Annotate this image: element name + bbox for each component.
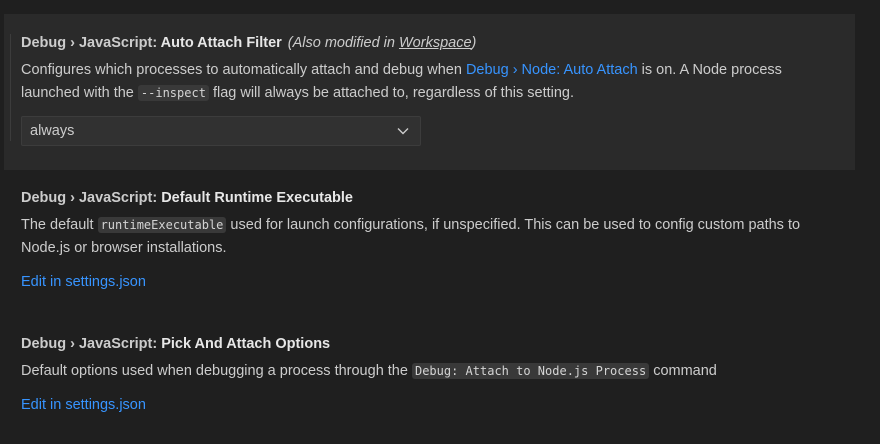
setting-label: Default Runtime Executable — [161, 190, 353, 206]
desc-text: Configures which processes to automatica… — [21, 62, 466, 78]
setting-title: Debug › JavaScript: Default Runtime Exec… — [21, 188, 855, 208]
setting-category: Debug › JavaScript: — [21, 35, 161, 51]
setting-auto-attach-filter[interactable]: Debug › JavaScript: Auto Attach Filter (A… — [4, 14, 855, 170]
edit-in-settings-json-link[interactable]: Edit in settings.json — [21, 395, 146, 415]
auto-attach-setting-link[interactable]: Debug › Node: Auto Attach — [466, 62, 638, 78]
setting-description: The default runtimeExecutable used for l… — [21, 214, 836, 260]
setting-description: Configures which processes to automatica… — [21, 59, 836, 105]
setting-title: Debug › JavaScript: Auto Attach Filter (A… — [21, 33, 855, 53]
modified-suffix: ) — [471, 35, 477, 51]
modified-prefix: (Also modified in — [287, 35, 399, 51]
setting-default-runtime-executable: Debug › JavaScript: Default Runtime Exec… — [4, 188, 855, 292]
select-value: always — [30, 123, 75, 139]
inline-code: Debug: Attach to Node.js Process — [411, 363, 650, 379]
auto-attach-filter-select[interactable]: always — [21, 116, 421, 146]
setting-label: Pick And Attach Options — [161, 336, 331, 352]
settings-list: Debug › JavaScript: Auto Attach Filter (A… — [0, 0, 880, 444]
inline-code: --inspect — [137, 85, 209, 101]
inline-code: runtimeExecutable — [97, 217, 227, 233]
setting-title: Debug › JavaScript: Pick And Attach Opti… — [21, 334, 855, 354]
chevron-down-icon — [395, 123, 411, 139]
desc-text: Default options used when debugging a pr… — [21, 363, 412, 379]
focus-indicator — [10, 34, 11, 141]
setting-description: Default options used when debugging a pr… — [21, 360, 836, 383]
desc-text: command — [649, 363, 717, 379]
setting-pick-and-attach-options: Debug › JavaScript: Pick And Attach Opti… — [4, 334, 855, 415]
setting-label: Auto Attach Filter — [160, 35, 282, 51]
workspace-scope-link[interactable]: Workspace — [399, 35, 472, 51]
edit-in-settings-json-link[interactable]: Edit in settings.json — [21, 272, 146, 292]
setting-category: Debug › JavaScript: — [21, 336, 162, 352]
desc-text: flag will always be attached to, regardl… — [208, 85, 575, 101]
setting-category: Debug › JavaScript: — [21, 190, 162, 206]
desc-text: The default — [21, 217, 98, 233]
modified-indicator: (Also modified in Workspace) — [288, 35, 477, 51]
